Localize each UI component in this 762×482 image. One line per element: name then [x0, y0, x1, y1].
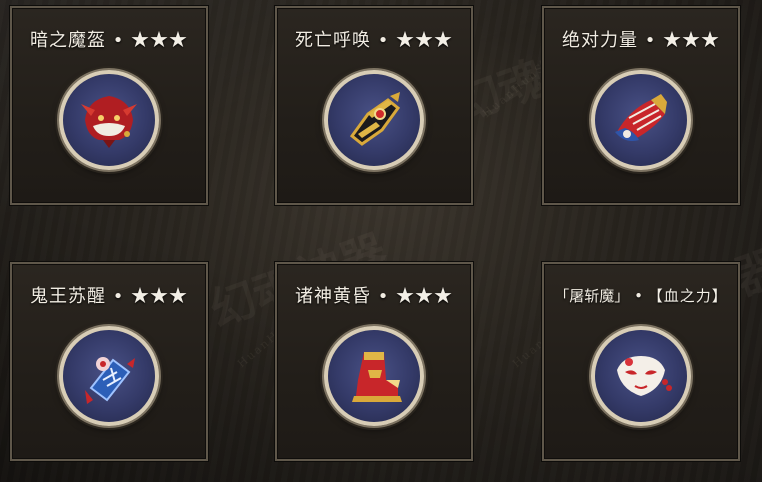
armored-arm-icon	[615, 94, 667, 141]
card-name: 「屠斩魔」	[554, 287, 630, 305]
artifact-emblem	[591, 326, 691, 426]
artifact-emblem	[324, 70, 424, 170]
artifact-emblem	[59, 70, 159, 170]
card-name: 绝对力量	[561, 30, 638, 51]
card-title: 死亡呼唤 • ★★★	[277, 26, 471, 52]
demon-helmet-icon	[81, 96, 137, 148]
card-name: 鬼王苏醒	[29, 286, 106, 307]
card-name: 死亡呼唤	[294, 30, 371, 51]
card-title: 鬼王苏醒 • ★★★	[12, 282, 206, 308]
separator-dot: •	[377, 286, 390, 307]
separator-dot: •	[112, 286, 125, 307]
artifact-card-zhu-shen-huang-hun[interactable]: 诸神黄昏 • ★★★	[275, 262, 473, 461]
card-title: 暗之魔盔 • ★★★	[12, 26, 206, 52]
card-subtitle: 【血之力】	[647, 287, 728, 305]
star-rating: ★★★	[396, 286, 454, 307]
artifact-card-gui-wang-su-xing[interactable]: 鬼王苏醒 • ★★★	[10, 262, 208, 461]
artifact-emblem	[59, 326, 159, 426]
separator-dot: •	[377, 30, 390, 51]
star-rating: ★★★	[396, 30, 454, 51]
card-title: 诸神黄昏 • ★★★	[277, 282, 471, 308]
separator-dot: •	[634, 287, 643, 305]
card-name: 暗之魔盔	[29, 30, 106, 51]
artifact-card-jue-dui-li-liang[interactable]: 绝对力量 • ★★★	[542, 6, 740, 205]
artifact-card-si-wang-hu-huan[interactable]: 死亡呼唤 • ★★★	[275, 6, 473, 205]
artifact-emblem	[591, 70, 691, 170]
artifact-emblem	[324, 326, 424, 426]
boot-icon	[352, 352, 402, 402]
star-rating: ★★★	[663, 30, 721, 51]
artifact-card-an-zhi-mo-kui[interactable]: 暗之魔盔 • ★★★	[10, 6, 208, 205]
fox-mask-icon	[617, 356, 672, 396]
gauntlet-icon	[349, 92, 401, 146]
card-name: 诸神黄昏	[294, 286, 371, 307]
card-title: 「屠斩魔」 • 【血之力】	[544, 285, 738, 306]
separator-dot: •	[644, 30, 657, 51]
star-rating: ★★★	[131, 30, 189, 51]
star-rating: ★★★	[131, 286, 189, 307]
lantern-icon	[85, 357, 135, 404]
card-title: 绝对力量 • ★★★	[544, 26, 738, 52]
separator-dot: •	[112, 30, 125, 51]
artifact-card-tu-zhan-mo[interactable]: 「屠斩魔」 • 【血之力】	[542, 262, 740, 461]
